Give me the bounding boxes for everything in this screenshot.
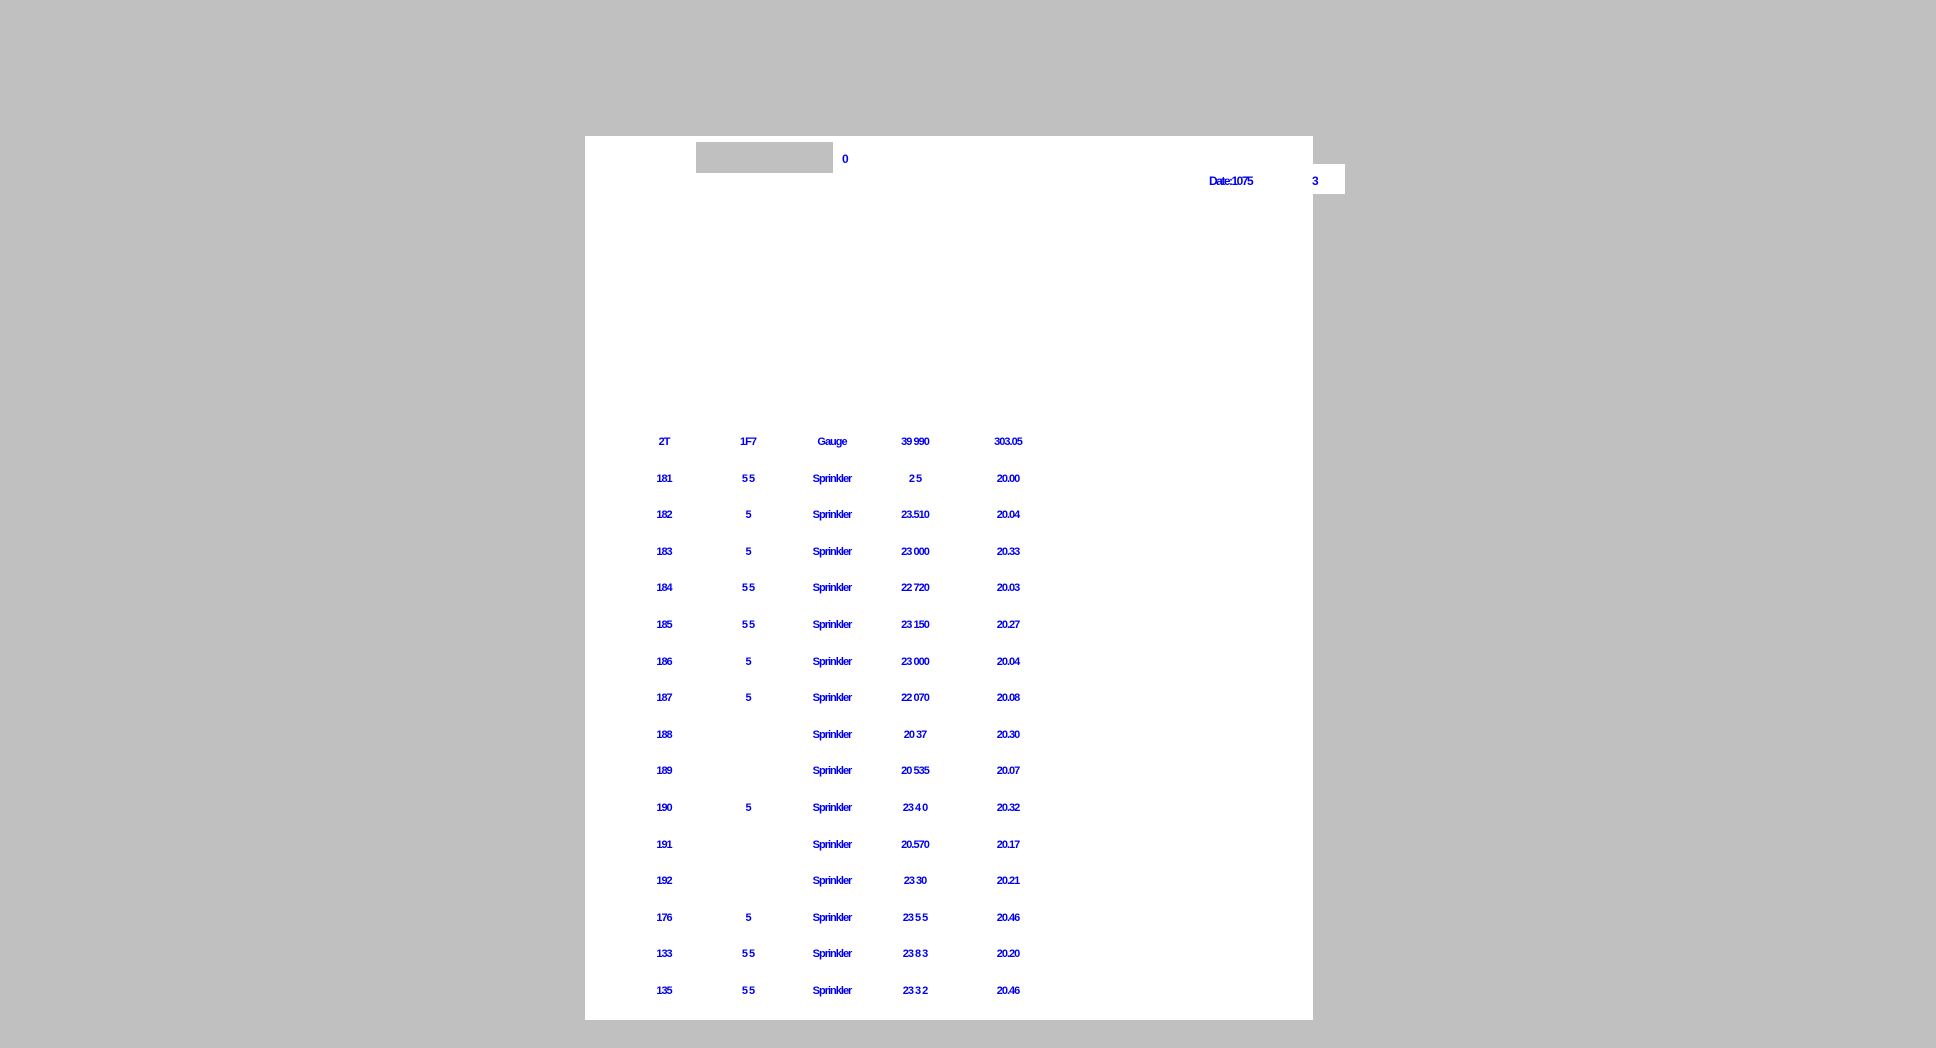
cell-type: Sprinkler xyxy=(812,473,853,485)
cell-size: 5 xyxy=(745,656,751,668)
cell-reading: 20.04 xyxy=(996,509,1021,521)
table-row: 2T 1F7 Gauge 39 990 303.05 xyxy=(0,436,1936,452)
table-row: 185 5 5 Sprinkler 23 150 20.27 xyxy=(0,619,1936,635)
cell-value: 22 070 xyxy=(901,692,930,704)
cell-reading: 20.08 xyxy=(996,692,1021,704)
cell-id: 184 xyxy=(656,582,672,594)
cell-type: Sprinkler xyxy=(812,912,853,924)
cell-reading: 20.27 xyxy=(996,619,1021,631)
cell-value: 23 4 0 xyxy=(902,802,929,814)
cell-size: 5 xyxy=(745,692,751,704)
cell-reading: 20.20 xyxy=(996,948,1021,960)
cell-type: Sprinkler xyxy=(812,729,853,741)
cell-reading: 20.30 xyxy=(996,729,1021,741)
cell-id: 187 xyxy=(656,692,672,704)
cell-reading: 20.32 xyxy=(996,802,1021,814)
cell-reading: 20.21 xyxy=(996,875,1021,887)
cell-value: 23 5 5 xyxy=(902,912,929,924)
cell-type: Sprinkler xyxy=(812,619,853,631)
cell-size: 5 5 xyxy=(741,948,755,960)
header-label: 0 xyxy=(842,152,849,166)
cell-type: Sprinkler xyxy=(812,802,853,814)
cell-id: 191 xyxy=(656,839,672,851)
cell-size: 5 5 xyxy=(741,582,755,594)
table-row: 189 Sprinkler 20 535 20.07 xyxy=(0,765,1936,781)
cell-type: Sprinkler xyxy=(812,875,853,887)
cell-size: 5 5 xyxy=(741,619,755,631)
table-row: 182 5 Sprinkler 23.510 20.04 xyxy=(0,509,1936,525)
cell-id: 176 xyxy=(656,912,672,924)
cell-size: 5 xyxy=(745,509,751,521)
cell-value: 20.570 xyxy=(901,839,930,851)
cell-value: 20 37 xyxy=(903,729,928,741)
cell-value: 23 30 xyxy=(903,875,928,887)
table-row: 192 Sprinkler 23 30 20.21 xyxy=(0,875,1936,891)
cell-value: 23.510 xyxy=(901,509,930,521)
cell-id: 182 xyxy=(656,509,672,521)
table-row: 183 5 Sprinkler 23 000 20.33 xyxy=(0,546,1936,562)
cell-size: 5 xyxy=(745,802,751,814)
cell-size: 5 5 xyxy=(741,985,755,997)
cell-value: 39 990 xyxy=(901,436,930,448)
table-row: 181 5 5 Sprinkler 2 5 20.00 xyxy=(0,473,1936,489)
page-number: 3 xyxy=(1312,174,1319,188)
cell-type: Sprinkler xyxy=(812,839,853,851)
redacted-field xyxy=(696,142,833,173)
cell-id: 186 xyxy=(656,656,672,668)
cell-value: 23 3 2 xyxy=(902,985,929,997)
cell-reading: 20.04 xyxy=(996,656,1021,668)
table-row: 176 5 Sprinkler 23 5 5 20.46 xyxy=(0,912,1936,928)
cell-value: 23 000 xyxy=(901,656,930,668)
cell-value: 23 000 xyxy=(901,546,930,558)
cell-id: 135 xyxy=(656,985,672,997)
table-row: 191 Sprinkler 20.570 20.17 xyxy=(0,839,1936,855)
cell-id: 133 xyxy=(656,948,672,960)
table-row: 184 5 5 Sprinkler 22 720 20.03 xyxy=(0,582,1936,598)
date-label: Date:1075 xyxy=(1209,174,1254,188)
cell-reading: 20.46 xyxy=(996,912,1021,924)
cell-type: Sprinkler xyxy=(812,948,853,960)
cell-value: 22 720 xyxy=(901,582,930,594)
cell-value: 23 150 xyxy=(901,619,930,631)
cell-size: 5 xyxy=(745,912,751,924)
cell-id: 185 xyxy=(656,619,672,631)
cell-id: 192 xyxy=(656,875,672,887)
cell-reading: 20.03 xyxy=(996,582,1021,594)
cell-reading: 303.05 xyxy=(994,436,1023,448)
cell-type: Gauge xyxy=(817,436,847,448)
cell-type: Sprinkler xyxy=(812,985,853,997)
table-row: 187 5 Sprinkler 22 070 20.08 xyxy=(0,692,1936,708)
cell-value: 23 8 3 xyxy=(902,948,929,960)
cell-size: 5 xyxy=(745,546,751,558)
cell-reading: 20.46 xyxy=(996,985,1021,997)
cell-id: 190 xyxy=(656,802,672,814)
cell-size: 1F7 xyxy=(740,436,757,448)
cell-type: Sprinkler xyxy=(812,582,853,594)
cell-id: 188 xyxy=(656,729,672,741)
cell-id: 2T xyxy=(658,436,671,448)
table-row: 135 5 5 Sprinkler 23 3 2 20.46 xyxy=(0,985,1936,1001)
cell-type: Sprinkler xyxy=(812,509,853,521)
cell-id: 189 xyxy=(656,765,672,777)
table-row: 133 5 5 Sprinkler 23 8 3 20.20 xyxy=(0,948,1936,964)
cell-type: Sprinkler xyxy=(812,765,853,777)
cell-size: 5 5 xyxy=(741,473,755,485)
table-row: 190 5 Sprinkler 23 4 0 20.32 xyxy=(0,802,1936,818)
cell-value: 2 5 xyxy=(908,473,922,485)
cell-reading: 20.17 xyxy=(996,839,1021,851)
cell-reading: 20.07 xyxy=(996,765,1021,777)
cell-id: 181 xyxy=(656,473,672,485)
cell-type: Sprinkler xyxy=(812,692,853,704)
page-number-box xyxy=(1300,164,1345,194)
cell-type: Sprinkler xyxy=(812,656,853,668)
table-row: 188 Sprinkler 20 37 20.30 xyxy=(0,729,1936,745)
cell-value: 20 535 xyxy=(901,765,930,777)
cell-id: 183 xyxy=(656,546,672,558)
cell-reading: 20.33 xyxy=(996,546,1021,558)
cell-reading: 20.00 xyxy=(996,473,1021,485)
cell-type: Sprinkler xyxy=(812,546,853,558)
table-row: 186 5 Sprinkler 23 000 20.04 xyxy=(0,656,1936,672)
